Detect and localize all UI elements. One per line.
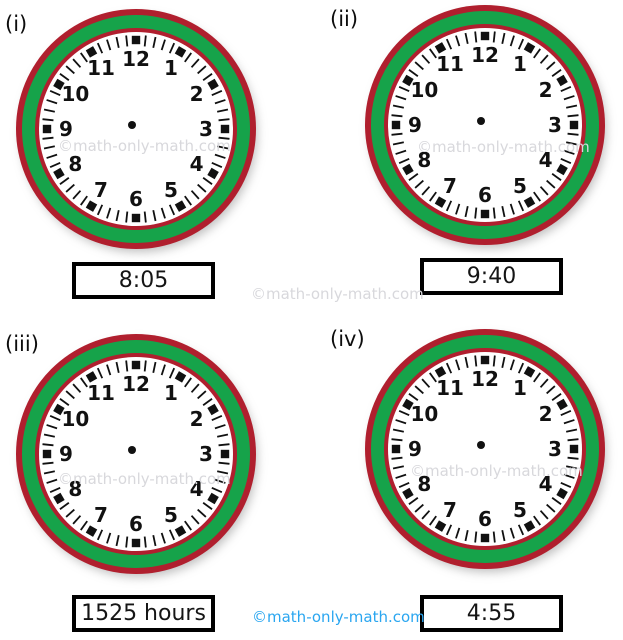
dial-watermark: ©math-only-math.com: [58, 137, 231, 155]
clock-numeral-3: 3: [548, 113, 562, 137]
clock-numeral-7: 7: [94, 177, 108, 202]
clock-numeral-3: 3: [199, 442, 213, 466]
clock-numeral-7: 7: [443, 497, 457, 522]
answer-box-iii[interactable]: 1525 hours: [72, 595, 215, 632]
clock-numeral-2: 2: [189, 82, 204, 106]
clock-item-iv: (iv) 12 1 2 3 4 5 6 7 8 9 10 11 ©math-only-math.com…: [311, 320, 622, 640]
clock-numeral-10: 10: [410, 78, 439, 102]
answer-text-i: 8:05: [118, 268, 169, 293]
clock-numeral-6: 6: [129, 187, 143, 211]
worksheet-sheet: (i) 12 1 2 3 4 5 6 7 8 9 10 11 ©math-only-math.com …: [0, 0, 623, 640]
clock-numerals: 12 1 2 3 4 5 6 7 8 9 10 11: [388, 28, 582, 222]
dial-watermark: ©math-only-math.com: [410, 462, 583, 480]
clock-item-ii: (ii) 12 1 2 3 4 5 6 7 8 9 10 11 ©math-only-math.com…: [311, 0, 622, 320]
clock-numeral-12: 12: [471, 367, 499, 391]
clock-numeral-2: 2: [189, 407, 204, 431]
clock-numeral-8: 8: [68, 152, 83, 176]
clock-face-i: 12 1 2 3 4 5 6 7 8 9 10 11 ©math-only-math.com: [16, 9, 260, 253]
clock-numeral-5: 5: [164, 177, 178, 202]
clock-numeral-7: 7: [94, 502, 108, 527]
clock-face-ii: 12 1 2 3 4 5 6 7 8 9 10 11 ©math-only-math.com: [365, 5, 609, 249]
clock-face-iv: 12 1 2 3 4 5 6 7 8 9 10 11 ©math-only-math.com: [365, 329, 609, 573]
clock-numeral-4: 4: [189, 152, 204, 176]
clock-numeral-12: 12: [471, 43, 499, 67]
dial-watermark: ©math-only-math.com: [417, 138, 590, 156]
clock-numerals: 12 1 2 3 4 5 6 7 8 9 10 11: [39, 32, 233, 226]
clock-numeral-1: 1: [164, 56, 178, 81]
answer-text-iii: 1525 hours: [81, 601, 206, 626]
clock-numeral-9: 9: [408, 437, 422, 461]
item-label-iv: (iv): [330, 327, 365, 351]
clock-numeral-1: 1: [164, 381, 178, 406]
clock-numeral-3: 3: [548, 437, 562, 461]
answer-box-iv[interactable]: 4:55: [420, 595, 563, 632]
clock-numeral-6: 6: [478, 507, 492, 531]
page-watermark-bottom: ©math-only-math.com: [252, 608, 425, 626]
page-watermark-center: ©math-only-math.com: [251, 285, 424, 303]
clock-numeral-5: 5: [513, 173, 527, 198]
dial-watermark: ©math-only-math.com: [58, 470, 231, 488]
clock-numeral-11: 11: [87, 56, 115, 81]
clock-numeral-11: 11: [87, 381, 115, 406]
clock-numeral-1: 1: [513, 52, 527, 77]
clock-numeral-6: 6: [129, 512, 143, 536]
clock-center-dot: [477, 441, 485, 449]
clock-numeral-12: 12: [122, 47, 150, 71]
clock-numeral-11: 11: [436, 52, 464, 77]
clock-face-iii: 12 1 2 3 4 5 6 7 8 9 10 11 ©math-only-math.com: [16, 334, 260, 578]
answer-box-i[interactable]: 8:05: [72, 262, 215, 299]
clock-numeral-6: 6: [478, 183, 492, 207]
clock-numeral-11: 11: [436, 376, 464, 401]
answer-text-ii: 9:40: [466, 264, 517, 289]
clock-item-i: (i) 12 1 2 3 4 5 6 7 8 9 10 11 ©math-only-math.com …: [0, 0, 311, 320]
clock-center-dot: [128, 121, 136, 129]
clock-numeral-2: 2: [538, 78, 553, 102]
clock-numeral-9: 9: [59, 442, 73, 466]
clock-numerals: 12 1 2 3 4 5 6 7 8 9 10 11: [39, 357, 233, 551]
clock-center-dot: [477, 117, 485, 125]
clock-numerals: 12 1 2 3 4 5 6 7 8 9 10 11: [388, 352, 582, 546]
answer-text-iv: 4:55: [466, 601, 517, 626]
clock-numeral-2: 2: [538, 402, 553, 426]
clock-numeral-12: 12: [122, 372, 150, 396]
clock-numeral-7: 7: [443, 173, 457, 198]
clock-numeral-10: 10: [410, 402, 439, 426]
clock-numeral-9: 9: [408, 113, 422, 137]
item-label-ii: (ii): [330, 7, 359, 31]
answer-box-ii[interactable]: 9:40: [420, 258, 563, 295]
clock-numeral-1: 1: [513, 376, 527, 401]
clock-numeral-5: 5: [164, 502, 178, 527]
clock-item-iii: (iii) 12 1 2 3 4 5 6 7 8 9 10 11 ©math-only-math.co…: [0, 320, 311, 640]
clock-numeral-10: 10: [61, 407, 90, 431]
clock-numeral-5: 5: [513, 497, 527, 522]
clock-center-dot: [128, 446, 136, 454]
clock-numeral-10: 10: [61, 82, 90, 106]
